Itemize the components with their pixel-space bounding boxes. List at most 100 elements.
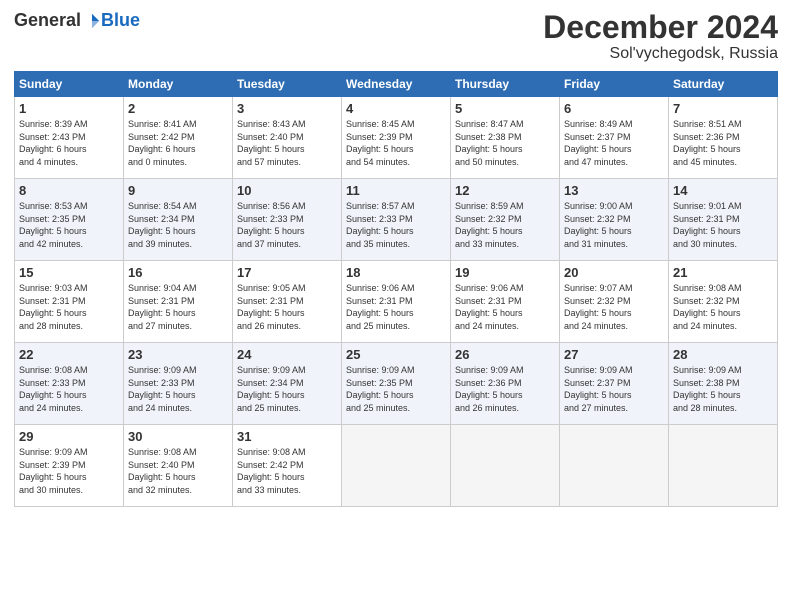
day-cell-13: 13 Sunrise: 9:00 AMSunset: 2:32 PMDayligh… [560,179,669,261]
day-info: Sunrise: 8:49 AMSunset: 2:37 PMDaylight:… [564,118,664,168]
day-number: 18 [346,265,446,280]
day-number: 8 [19,183,119,198]
day-cell-29: 29 Sunrise: 9:09 AMSunset: 2:39 PMDayligh… [15,425,124,507]
day-number: 15 [19,265,119,280]
calendar-title: December 2024 [543,10,778,45]
day-cell-19: 19Sunrise: 9:06 AMSunset: 2:31 PMDayligh… [451,261,560,343]
day-info: Sunrise: 9:09 AMSunset: 2:39 PMDaylight:… [19,446,119,496]
day-info: Sunrise: 9:04 AMSunset: 2:31 PMDaylight:… [128,282,228,332]
day-info: Sunrise: 9:00 AMSunset: 2:32 PMDaylight:… [564,200,664,250]
day-cell-14: 14 Sunrise: 9:01 AMSunset: 2:31 PMDayligh… [669,179,778,261]
day-number: 23 [128,347,228,362]
week-row-1: 1 Sunrise: 8:39 AMSunset: 2:43 PMDaylight… [15,97,778,179]
day-cell-22: 22Sunrise: 9:08 AMSunset: 2:33 PMDayligh… [15,343,124,425]
day-cell-12: 12 Sunrise: 8:59 AMSunset: 2:32 PMDayligh… [451,179,560,261]
header-sunday: Sunday [15,72,124,97]
day-info: Sunrise: 9:08 AMSunset: 2:33 PMDaylight:… [19,364,119,414]
day-cell-5: 5 Sunrise: 8:47 AMSunset: 2:38 PMDaylight… [451,97,560,179]
day-cell-33 [451,425,560,507]
day-info: Sunrise: 8:59 AMSunset: 2:32 PMDaylight:… [455,200,555,250]
day-number: 27 [564,347,664,362]
day-number: 24 [237,347,337,362]
day-cell-23: 23 Sunrise: 9:09 AMSunset: 2:33 PMDayligh… [124,343,233,425]
day-cell-17: 17Sunrise: 9:05 AMSunset: 2:31 PMDayligh… [233,261,342,343]
day-number: 9 [128,183,228,198]
day-number: 3 [237,101,337,116]
day-cell-8: 8 Sunrise: 8:53 AMSunset: 2:35 PMDaylight… [15,179,124,261]
day-cell-28: 28Sunrise: 9:09 AMSunset: 2:38 PMDayligh… [669,343,778,425]
day-cell-16: 16 Sunrise: 9:04 AMSunset: 2:31 PMDayligh… [124,261,233,343]
day-cell-11: 11 Sunrise: 8:57 AMSunset: 2:33 PMDayligh… [342,179,451,261]
day-info: Sunrise: 8:51 AMSunset: 2:36 PMDaylight:… [673,118,773,168]
day-cell-32 [342,425,451,507]
day-cell-4: 4Sunrise: 8:45 AMSunset: 2:39 PMDaylight… [342,97,451,179]
day-number: 10 [237,183,337,198]
day-info: Sunrise: 8:54 AMSunset: 2:34 PMDaylight:… [128,200,228,250]
header-friday: Friday [560,72,669,97]
day-info: Sunrise: 8:47 AMSunset: 2:38 PMDaylight:… [455,118,555,168]
header-thursday: Thursday [451,72,560,97]
day-info: Sunrise: 9:09 AMSunset: 2:33 PMDaylight:… [128,364,228,414]
header-wednesday: Wednesday [342,72,451,97]
day-info: Sunrise: 8:57 AMSunset: 2:33 PMDaylight:… [346,200,446,250]
day-info: Sunrise: 8:39 AMSunset: 2:43 PMDaylight:… [19,118,119,168]
week-row-4: 22Sunrise: 9:08 AMSunset: 2:33 PMDayligh… [15,343,778,425]
day-cell-34 [560,425,669,507]
day-number: 11 [346,183,446,198]
day-number: 14 [673,183,773,198]
day-cell-27: 27 Sunrise: 9:09 AMSunset: 2:37 PMDayligh… [560,343,669,425]
weekday-header-row: Sunday Monday Tuesday Wednesday Thursday… [15,72,778,97]
header: General Blue December 2024 Sol'vychegods… [14,10,778,63]
day-cell-7: 7 Sunrise: 8:51 AMSunset: 2:36 PMDaylight… [669,97,778,179]
day-number: 1 [19,101,119,116]
header-monday: Monday [124,72,233,97]
calendar-subtitle: Sol'vychegodsk, Russia [543,45,778,63]
header-saturday: Saturday [669,72,778,97]
day-info: Sunrise: 9:06 AMSunset: 2:31 PMDaylight:… [346,282,446,332]
day-number: 29 [19,429,119,444]
logo-flag-icon [83,12,101,30]
day-cell-25: 25Sunrise: 9:09 AMSunset: 2:35 PMDayligh… [342,343,451,425]
page-container: General Blue December 2024 Sol'vychegods… [0,0,792,517]
day-number: 28 [673,347,773,362]
header-tuesday: Tuesday [233,72,342,97]
day-cell-10: 10 Sunrise: 8:56 AMSunset: 2:33 PMDayligh… [233,179,342,261]
day-number: 7 [673,101,773,116]
day-cell-6: 6Sunrise: 8:49 AMSunset: 2:37 PMDaylight… [560,97,669,179]
day-info: Sunrise: 9:03 AMSunset: 2:31 PMDaylight:… [19,282,119,332]
week-row-3: 15 Sunrise: 9:03 AMSunset: 2:31 PMDayligh… [15,261,778,343]
day-number: 2 [128,101,228,116]
day-info: Sunrise: 9:09 AMSunset: 2:37 PMDaylight:… [564,364,664,414]
logo: General Blue [14,10,140,31]
day-cell-3: 3 Sunrise: 8:43 AMSunset: 2:40 PMDaylight… [233,97,342,179]
day-number: 31 [237,429,337,444]
logo-blue: Blue [101,10,140,31]
logo-general: General [14,10,81,31]
day-info: Sunrise: 8:56 AMSunset: 2:33 PMDaylight:… [237,200,337,250]
day-info: Sunrise: 9:09 AMSunset: 2:34 PMDaylight:… [237,364,337,414]
day-cell-24: 24 Sunrise: 9:09 AMSunset: 2:34 PMDayligh… [233,343,342,425]
day-info: Sunrise: 9:05 AMSunset: 2:31 PMDaylight:… [237,282,337,332]
day-number: 16 [128,265,228,280]
day-number: 13 [564,183,664,198]
day-info: Sunrise: 9:08 AMSunset: 2:42 PMDaylight:… [237,446,337,496]
day-info: Sunrise: 8:43 AMSunset: 2:40 PMDaylight:… [237,118,337,168]
day-number: 20 [564,265,664,280]
day-number: 5 [455,101,555,116]
day-cell-31: 31 Sunrise: 9:08 AMSunset: 2:42 PMDayligh… [233,425,342,507]
day-info: Sunrise: 9:01 AMSunset: 2:31 PMDaylight:… [673,200,773,250]
day-info: Sunrise: 9:08 AMSunset: 2:40 PMDaylight:… [128,446,228,496]
day-cell-9: 9 Sunrise: 8:54 AMSunset: 2:34 PMDaylight… [124,179,233,261]
day-number: 12 [455,183,555,198]
week-row-5: 29 Sunrise: 9:09 AMSunset: 2:39 PMDayligh… [15,425,778,507]
day-info: Sunrise: 8:53 AMSunset: 2:35 PMDaylight:… [19,200,119,250]
day-cell-30: 30Sunrise: 9:08 AMSunset: 2:40 PMDayligh… [124,425,233,507]
day-cell-20: 20Sunrise: 9:07 AMSunset: 2:32 PMDayligh… [560,261,669,343]
day-cell-21: 21Sunrise: 9:08 AMSunset: 2:32 PMDayligh… [669,261,778,343]
day-cell-18: 18 Sunrise: 9:06 AMSunset: 2:31 PMDayligh… [342,261,451,343]
day-number: 21 [673,265,773,280]
calendar-body: 1 Sunrise: 8:39 AMSunset: 2:43 PMDaylight… [15,97,778,507]
day-cell-2: 2Sunrise: 8:41 AMSunset: 2:42 PMDaylight… [124,97,233,179]
day-number: 25 [346,347,446,362]
week-row-2: 8 Sunrise: 8:53 AMSunset: 2:35 PMDaylight… [15,179,778,261]
